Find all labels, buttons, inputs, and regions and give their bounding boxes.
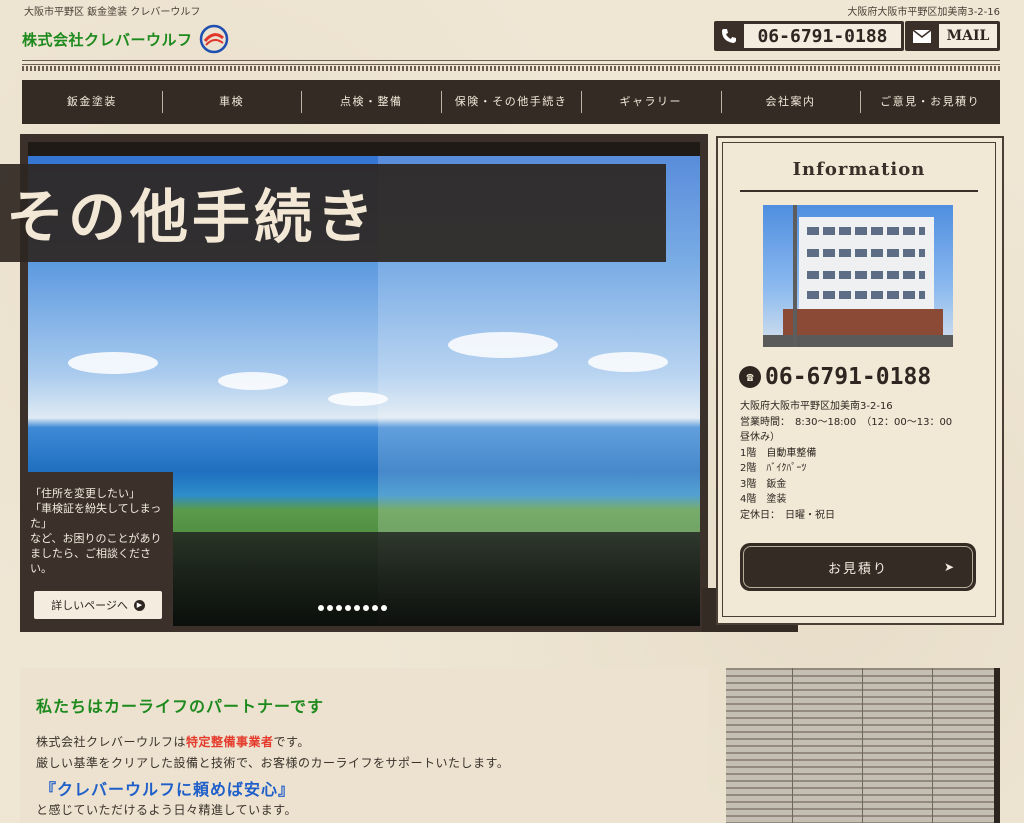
slide-title: その他手続き	[6, 183, 379, 251]
slider-dot[interactable]	[336, 605, 342, 611]
intro-line-1: 株式会社クレバーウルフは特定整備事業者です。	[36, 735, 310, 749]
information-title-underline	[740, 190, 978, 192]
more-details-button[interactable]: 詳しいページへ ▶	[34, 591, 162, 619]
intro-line-4: と感じていただけるよう日々精進しています。	[36, 803, 297, 817]
intro-line-2: 厳しい基準をクリアした設備と技術で、お客様のカーライフをサポートいたします。	[36, 756, 510, 770]
site-logo[interactable]: 株式会社クレバーウルフ	[22, 24, 229, 54]
nav-item-gallery[interactable]: ギャラリー	[580, 91, 721, 113]
slider-dot[interactable]	[381, 605, 387, 611]
phone-icon	[714, 21, 744, 51]
slider-dot[interactable]	[363, 605, 369, 611]
slider-dot[interactable]	[372, 605, 378, 611]
arrow-right-icon: ▶	[133, 599, 145, 611]
more-details-label: 詳しいページへ	[51, 599, 128, 612]
info-details: 大阪府大阪市平野区加美南3-2-16 営業時間： 8:30〜18:00 （12：…	[740, 399, 985, 523]
header-address: 大阪府大阪市平野区加美南3-2-16	[847, 7, 1000, 18]
intro-slogan: 『クレバーウルフに頼めば安心』	[40, 780, 296, 799]
info-address: 大阪府大阪市平野区加美南3-2-16	[740, 401, 893, 412]
info-holidays: 定休日： 日曜・祝日	[740, 509, 835, 521]
mail-icon	[905, 21, 939, 51]
logo-mark-icon	[199, 24, 228, 54]
header-divider	[22, 60, 1000, 65]
newspaper-texture-image	[726, 668, 1000, 823]
slider-dot[interactable]	[345, 605, 351, 611]
nav-item-inspection[interactable]: 車検	[161, 91, 302, 113]
certified-badge-text: 特定整備事業者	[186, 735, 274, 749]
info-floor-4: 4階 塗装	[740, 494, 787, 505]
nav-item-insurance[interactable]: 保険・その他手続き	[441, 91, 581, 113]
slider-dot[interactable]	[354, 605, 360, 611]
info-floor-3: 3階 鈑金	[740, 478, 787, 490]
mail-button[interactable]: MAIL	[905, 21, 1000, 51]
header-phone[interactable]: 06-6791-0188	[714, 21, 904, 51]
slider-pagination	[318, 605, 387, 611]
info-hours: 営業時間： 8:30〜18:00 （12：00〜13：00	[740, 416, 953, 428]
info-floor-1: 1階 自動車整備	[740, 447, 817, 459]
main-nav: 鈑金塗装 車検 点検・整備 保険・その他手続き ギャラリー 会社案内 ご意見・お…	[22, 80, 1000, 124]
site-tagline: 大阪市平野区 鈑金塗装 クレバーウルフ	[24, 7, 201, 18]
slider-dot[interactable]	[318, 605, 324, 611]
phone-icon: ☎	[739, 366, 761, 388]
info-phone[interactable]: ☎ 06-6791-0188	[739, 364, 931, 390]
logo-text: 株式会社クレバーウルフ	[22, 30, 193, 49]
quote-button-border	[743, 546, 973, 588]
slide-caption: 「住所を変更したい」 「車検証を紛失してしまった」 など、お困りのことがありまし…	[30, 487, 162, 575]
nav-item-contact[interactable]: ご意見・お見積り	[860, 91, 1000, 113]
nav-item-sheet-metal[interactable]: 鈑金塗装	[22, 95, 162, 109]
section-edge	[994, 668, 1000, 823]
nav-item-maintenance[interactable]: 点検・整備	[301, 91, 441, 113]
arrow-right-icon: ➤	[943, 560, 956, 574]
company-building-photo	[763, 205, 953, 347]
mail-label: MAIL	[939, 24, 997, 48]
information-title: Information	[792, 159, 926, 180]
intro-heading: 私たちはカーライフのパートナーです	[36, 697, 325, 716]
slider-dot[interactable]	[327, 605, 333, 611]
nav-item-company[interactable]: 会社案内	[720, 91, 861, 113]
header-phone-number: 06-6791-0188	[744, 24, 901, 48]
info-phone-number: 06-6791-0188	[765, 364, 932, 390]
info-floor-2: 2階 ﾊﾞｲｸﾊﾟｰﾂ	[740, 463, 807, 474]
car-window-frame	[28, 142, 700, 156]
header-divider-dotted	[22, 66, 1000, 71]
info-hours-continued: 昼休み）	[740, 432, 780, 443]
quote-button[interactable]: お見積り ➤	[740, 543, 976, 591]
